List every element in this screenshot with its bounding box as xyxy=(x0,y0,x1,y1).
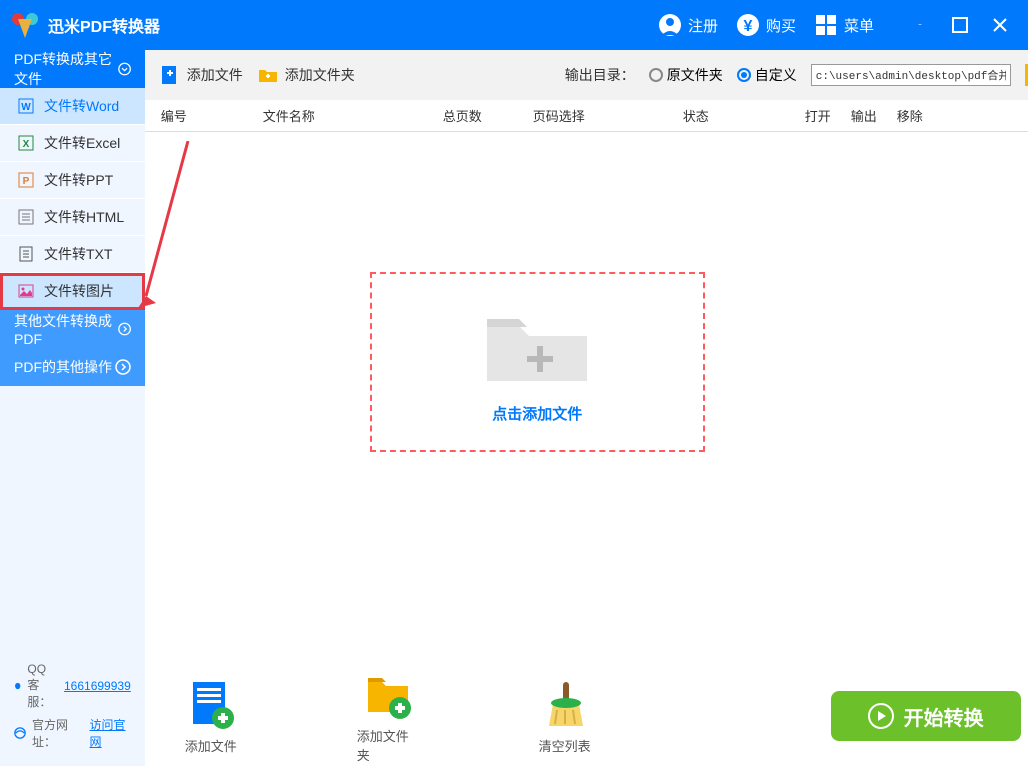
col-name: 文件名称 xyxy=(255,106,435,125)
radio-source-folder[interactable]: 原文件夹 xyxy=(649,65,723,85)
sidebar-item-txt[interactable]: 文件转TXT xyxy=(0,236,145,273)
sidebar-item-label: 文件转Word xyxy=(44,96,119,116)
category-label: PDF的其他操作 xyxy=(14,357,112,377)
image-icon xyxy=(18,283,34,299)
folder-plus-icon xyxy=(477,301,597,391)
sidebar-footer: QQ 客服： 1661699939 官方网址： 访问官网 xyxy=(0,652,145,766)
add-folder-button[interactable]: 添加文件夹 xyxy=(257,64,355,86)
yen-icon: ¥ xyxy=(736,13,760,37)
site-label: 官方网址： xyxy=(32,716,84,750)
register-button[interactable]: 注册 xyxy=(658,13,718,37)
bottom-add-folder-label: 添加文件夹 xyxy=(357,726,419,764)
ppt-icon: P xyxy=(18,172,34,188)
bottom-clear-label: 清空列表 xyxy=(539,736,591,755)
radio-icon xyxy=(649,68,663,82)
svg-text:W: W xyxy=(21,102,31,113)
chevron-down-icon xyxy=(118,61,131,77)
sidebar-item-html[interactable]: 文件转HTML xyxy=(0,199,145,236)
play-icon xyxy=(868,703,894,729)
qq-label: QQ 客服： xyxy=(27,662,58,710)
category-pdf-other-ops[interactable]: PDF的其他操作 xyxy=(0,348,145,386)
start-convert-button[interactable]: 开始转换 xyxy=(831,691,1021,741)
output-label: 输出目录： xyxy=(565,65,635,85)
sidebar-item-label: 文件转Excel xyxy=(44,133,120,153)
col-pages: 总页数 xyxy=(435,106,525,125)
toolbar: 添加文件 添加文件夹 输出目录： 原文件夹 自定义 xyxy=(145,50,1028,100)
col-pagesel: 页码选择 xyxy=(525,106,675,125)
logo-icon xyxy=(10,10,40,40)
bottom-add-file-button[interactable]: 添加文件 xyxy=(185,678,237,755)
titlebar: 迅米PDF转换器 注册 ¥ 购买 菜单 xyxy=(0,0,1028,50)
minimize-button[interactable] xyxy=(912,17,928,33)
broom-icon xyxy=(539,678,591,730)
output-path-input[interactable] xyxy=(811,64,1011,86)
menu-label: 菜单 xyxy=(844,15,874,36)
start-label: 开始转换 xyxy=(904,702,984,731)
radio-custom-folder[interactable]: 自定义 xyxy=(737,65,797,85)
register-label: 注册 xyxy=(688,15,718,36)
radio-label: 自定义 xyxy=(755,65,797,85)
maximize-button[interactable] xyxy=(952,17,968,33)
col-number: 编号 xyxy=(145,106,255,125)
add-file-icon xyxy=(159,64,181,86)
drop-box[interactable]: 点击添加文件 xyxy=(370,272,705,452)
close-button[interactable] xyxy=(992,17,1008,33)
bottom-add-folder-button[interactable]: 添加文件夹 xyxy=(357,668,419,764)
bottombar: 添加文件 添加文件夹 xyxy=(145,666,1028,766)
qq-number-link[interactable]: 1661699939 xyxy=(64,679,131,693)
chevron-right-icon xyxy=(118,321,131,337)
grid-icon xyxy=(814,13,838,37)
radio-label: 原文件夹 xyxy=(667,65,723,85)
svg-text:P: P xyxy=(23,176,30,187)
add-folder-icon xyxy=(257,64,279,86)
category-pdf-to-other[interactable]: PDF转换成其它文件 xyxy=(0,50,145,88)
col-out: 输出 xyxy=(841,106,887,125)
sidebar-item-label: 文件转HTML xyxy=(44,207,124,227)
sidebar-item-label: 文件转PPT xyxy=(44,170,113,190)
site-link[interactable]: 访问官网 xyxy=(90,716,131,750)
category-label: 其他文件转换成PDF xyxy=(14,311,118,347)
buy-label: 购买 xyxy=(766,15,796,36)
content-area: 添加文件 添加文件夹 输出目录： 原文件夹 自定义 xyxy=(145,50,1028,766)
user-icon xyxy=(658,13,682,37)
sidebar-item-word[interactable]: W 文件转Word xyxy=(0,88,145,125)
category-label: PDF转换成其它文件 xyxy=(14,49,118,89)
sidebar-item-ppt[interactable]: P 文件转PPT xyxy=(0,162,145,199)
table-header: 编号 文件名称 总页数 页码选择 状态 打开 输出 移除 xyxy=(145,100,1028,132)
sidebar-item-image[interactable]: 文件转图片 xyxy=(0,273,145,310)
menu-button[interactable]: 菜单 xyxy=(814,13,874,37)
sidebar-item-excel[interactable]: X 文件转Excel xyxy=(0,125,145,162)
excel-icon: X xyxy=(18,135,34,151)
col-open: 打开 xyxy=(795,106,841,125)
add-file-label: 添加文件 xyxy=(187,65,243,85)
buy-button[interactable]: ¥ 购买 xyxy=(736,13,796,37)
file-drop-area: 点击添加文件 xyxy=(145,132,1028,666)
html-icon xyxy=(18,209,34,225)
add-folder-label: 添加文件夹 xyxy=(285,65,355,85)
drop-text: 点击添加文件 xyxy=(492,403,582,424)
category-other-to-pdf[interactable]: 其他文件转换成PDF xyxy=(0,310,145,348)
add-file-large-icon xyxy=(185,678,237,730)
col-del: 移除 xyxy=(887,106,933,125)
chevron-right-icon xyxy=(115,359,131,375)
app-logo: 迅米PDF转换器 xyxy=(10,10,160,40)
ie-icon xyxy=(14,726,26,740)
svg-text:¥: ¥ xyxy=(744,18,753,35)
svg-text:X: X xyxy=(23,139,30,150)
sidebar-item-label: 文件转图片 xyxy=(44,281,114,301)
txt-icon xyxy=(18,246,34,262)
app-title: 迅米PDF转换器 xyxy=(48,13,160,37)
sidebar: PDF转换成其它文件 W 文件转Word X 文件转Excel P 文件转PPT… xyxy=(0,50,145,766)
add-file-button[interactable]: 添加文件 xyxy=(159,64,243,86)
sidebar-item-label: 文件转TXT xyxy=(44,244,112,264)
bottom-clear-list-button[interactable]: 清空列表 xyxy=(539,678,591,755)
qq-icon xyxy=(14,679,21,693)
add-folder-large-icon xyxy=(362,668,414,720)
radio-checked-icon xyxy=(737,68,751,82)
col-status: 状态 xyxy=(675,106,795,125)
word-icon: W xyxy=(18,98,34,114)
bottom-add-file-label: 添加文件 xyxy=(185,736,237,755)
